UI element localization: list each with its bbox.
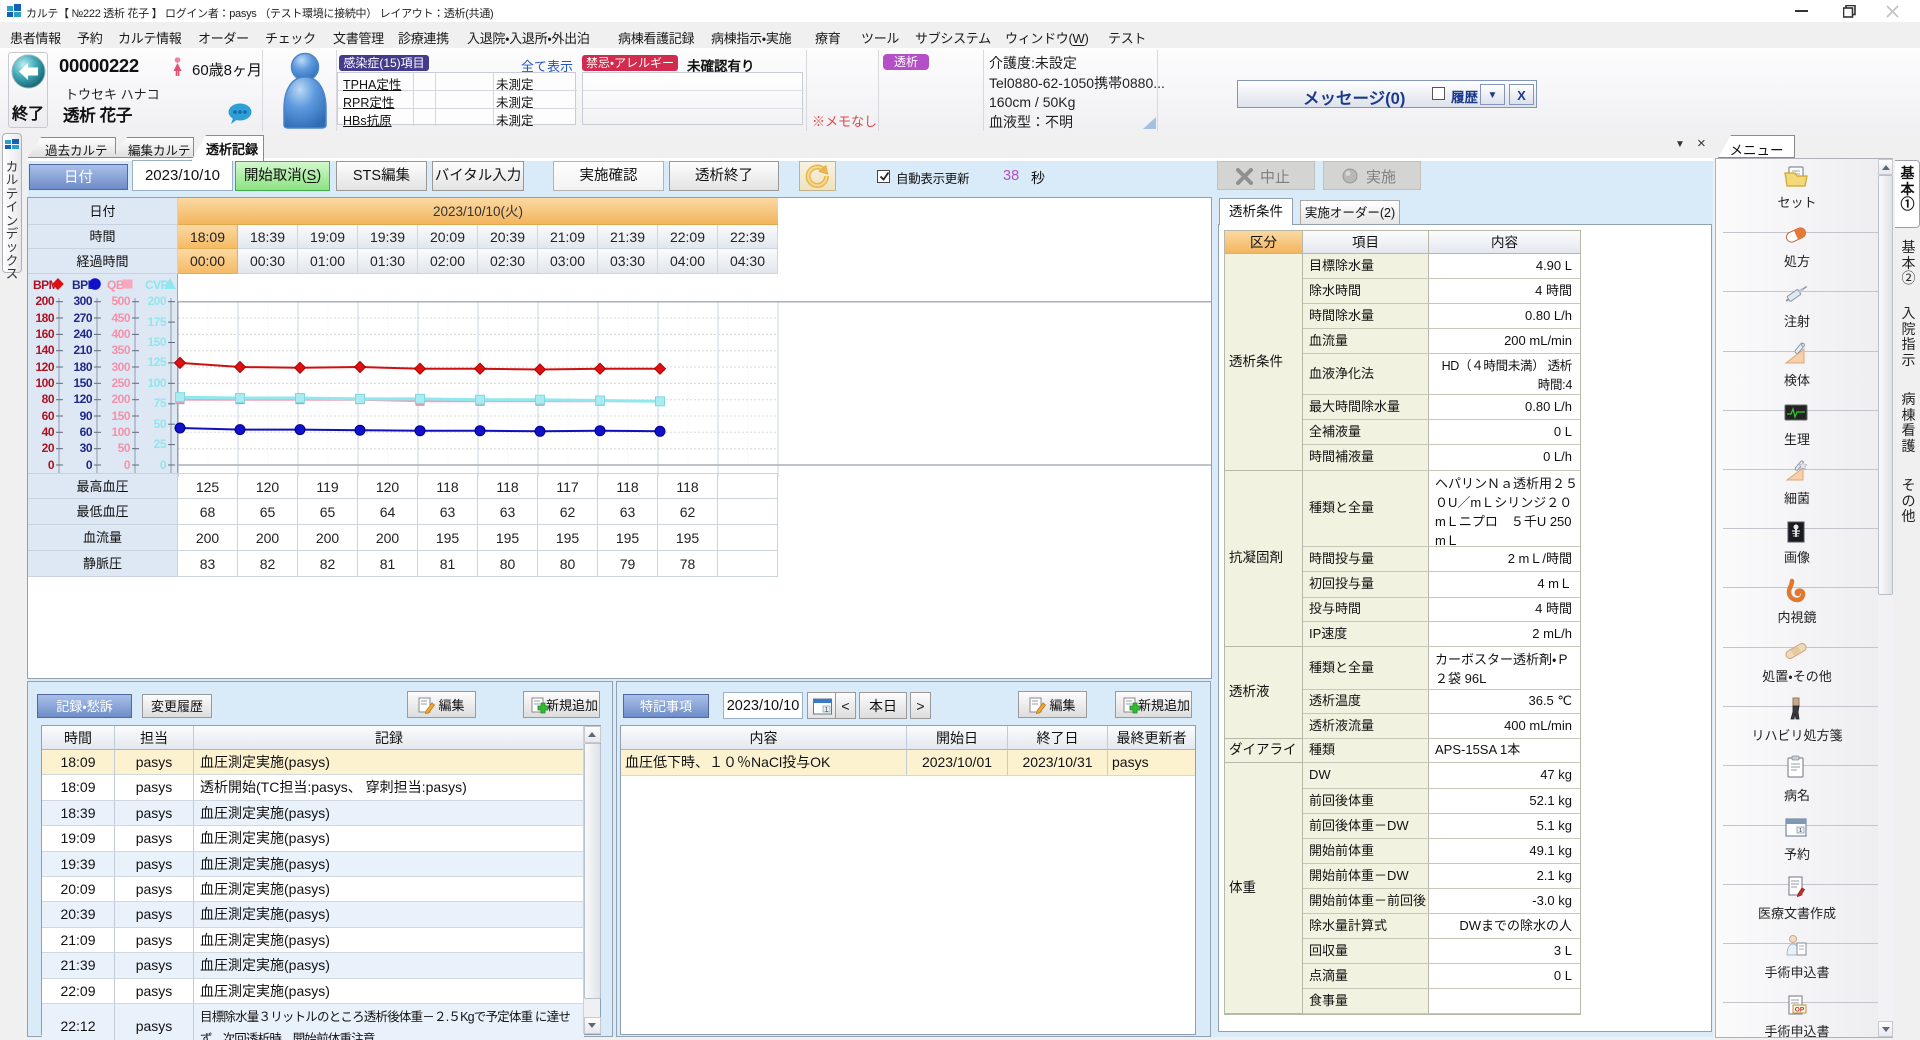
svg-text:OP: OP (1795, 1007, 1805, 1014)
svg-text:1: 1 (1799, 828, 1802, 834)
